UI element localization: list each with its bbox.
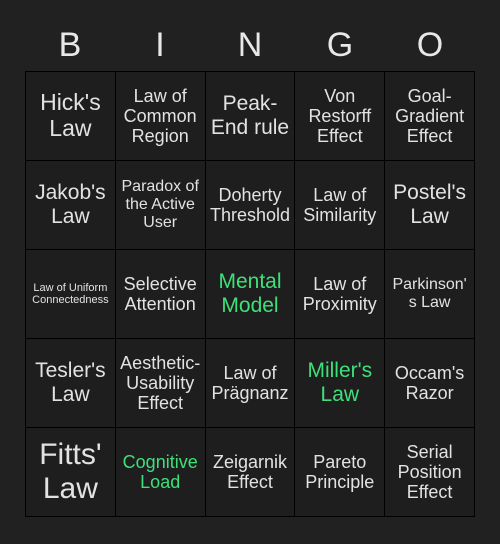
bingo-cell-label: Doherty Threshold [209, 184, 291, 225]
bingo-cell-label: Law of Proximity [302, 273, 377, 314]
bingo-cell-label: Miller's Law [307, 359, 373, 406]
bingo-cell[interactable]: Jakob's Law [26, 161, 116, 250]
bingo-cell[interactable]: Postel's Law [385, 161, 475, 250]
bingo-cell[interactable]: Doherty Threshold [205, 161, 296, 250]
bingo-cell[interactable]: Selective Attention [115, 250, 206, 339]
bingo-cell[interactable]: Mental Model [205, 250, 296, 339]
bingo-cell-label: Law of Uniform Connectedness [32, 281, 109, 306]
header-letter-n: N [237, 26, 263, 64]
bingo-cell-label: Fitts' Law [39, 438, 102, 505]
header-letter-i: I [155, 26, 165, 64]
bingo-cell-label: Goal-Gradient Effect [395, 85, 465, 147]
bingo-cell[interactable]: Law of Prägnanz [205, 339, 296, 428]
bingo-cell-label: Jakob's Law [35, 181, 106, 228]
bingo-cell[interactable]: Tesler's Law [26, 339, 116, 428]
bingo-cell-label: Serial Position Effect [397, 441, 462, 503]
bingo-cell-label: Tesler's Law [35, 359, 106, 406]
bingo-cell[interactable]: Aesthetic-Usability Effect [115, 339, 206, 428]
header-letter-b: B [58, 26, 82, 64]
bingo-cell-label: Parkinson's Law [392, 276, 467, 311]
bingo-cell-label: Hick's Law [40, 89, 101, 141]
bingo-cell[interactable]: Von Restorff Effect [295, 72, 386, 161]
bingo-cell[interactable]: Law of Uniform Connectedness [26, 250, 116, 339]
bingo-grid: Hick's Law Law of Common Region Peak-End r… [25, 71, 475, 517]
bingo-cell[interactable]: Law of Common Region [115, 72, 206, 161]
bingo-cell[interactable]: Pareto Principle [295, 428, 386, 517]
bingo-cell[interactable]: Goal-Gradient Effect [385, 72, 475, 161]
bingo-cell-label: Law of Common Region [123, 85, 197, 147]
bingo-cell-label: Occam's Razor [394, 362, 465, 403]
bingo-cell-label: Cognitive Load [122, 451, 198, 492]
bingo-cell-label: Pareto Principle [305, 451, 375, 492]
bingo-cell-label: Law of Prägnanz [211, 362, 289, 403]
bingo-cell[interactable]: Serial Position Effect [385, 428, 475, 517]
header-letter-g: G [326, 26, 354, 64]
bingo-cell-label: Mental Model [218, 270, 282, 317]
bingo-cell-label: Selective Attention [123, 273, 197, 314]
bingo-cell[interactable]: Law of Proximity [295, 250, 386, 339]
bingo-cell[interactable]: Peak-End rule [205, 72, 296, 161]
bingo-cell[interactable]: Miller's Law [295, 339, 386, 428]
bingo-card: B I N G O Hick's Law Law of Common Region… [0, 0, 500, 544]
bingo-cell[interactable]: Occam's Razor [385, 339, 475, 428]
bingo-cell[interactable]: Zeigarnik Effect [205, 428, 296, 517]
bingo-cell-label: Peak-End rule [210, 92, 290, 139]
bingo-cell[interactable]: Cognitive Load [115, 428, 206, 517]
bingo-header-row: B I N G O [25, 22, 475, 68]
bingo-cell[interactable]: Fitts' Law [26, 428, 116, 517]
bingo-cell[interactable]: Parkinson's Law [385, 250, 475, 339]
bingo-cell-label: Law of Similarity [303, 184, 377, 225]
bingo-cell-label: Postel's Law [393, 181, 467, 228]
bingo-cell-label: Aesthetic-Usability Effect [120, 352, 201, 414]
bingo-cell-label: Paradox of the Active User [121, 178, 199, 231]
header-letter-o: O [416, 26, 444, 64]
bingo-cell-label: Zeigarnik Effect [212, 451, 287, 492]
bingo-cell[interactable]: Law of Similarity [295, 161, 386, 250]
bingo-cell-label: Von Restorff Effect [308, 85, 372, 147]
bingo-cell[interactable]: Hick's Law [26, 72, 116, 161]
bingo-cell[interactable]: Paradox of the Active User [115, 161, 206, 250]
